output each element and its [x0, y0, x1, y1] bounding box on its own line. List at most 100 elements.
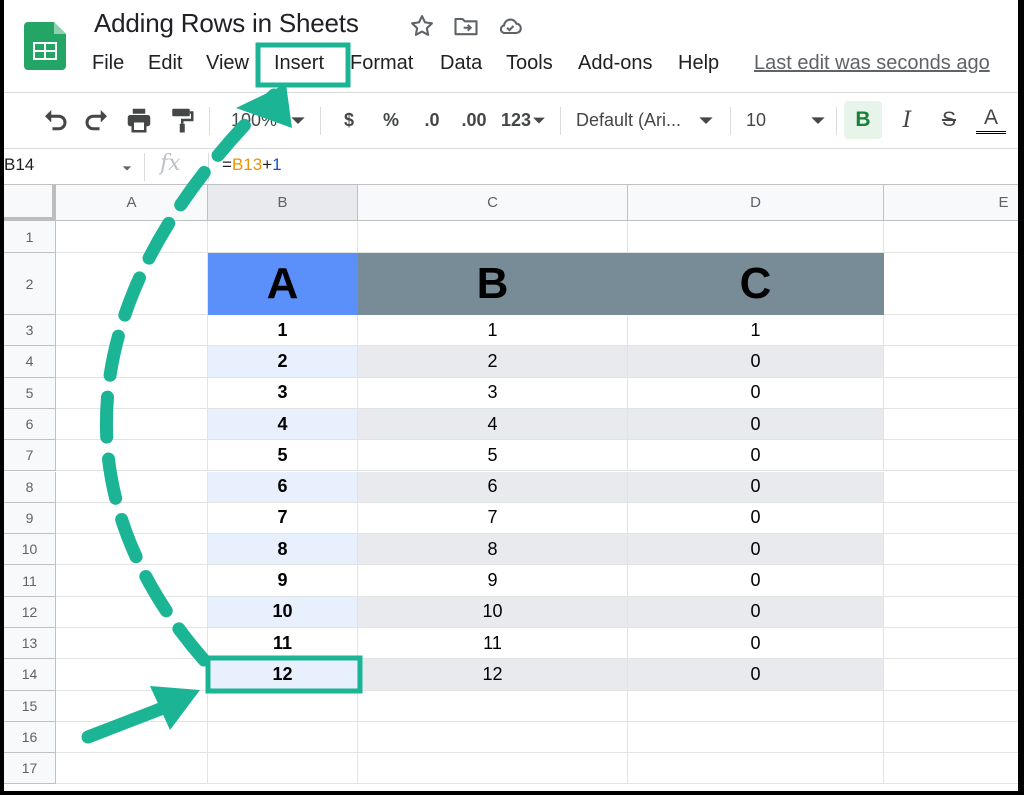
cell-d16[interactable] — [628, 721, 884, 754]
cell-c4[interactable]: 2 — [358, 346, 628, 378]
menu-tools[interactable]: Tools — [506, 52, 553, 75]
cell-c2[interactable]: B — [358, 253, 628, 315]
cell-e15[interactable] — [884, 691, 1018, 722]
cell-d1[interactable] — [628, 221, 884, 253]
chevron-down-icon[interactable] — [122, 163, 132, 173]
cell-e3[interactable] — [884, 315, 1018, 347]
cell-d9[interactable]: 0 — [628, 502, 884, 535]
cell-e13[interactable] — [884, 628, 1018, 660]
row-header-15[interactable]: 15 — [4, 690, 56, 722]
font-size-select[interactable]: 10 — [746, 105, 776, 135]
cell-a15[interactable] — [56, 690, 208, 722]
row-header-2[interactable]: 2 — [4, 253, 56, 315]
menu-data[interactable]: Data — [440, 52, 482, 75]
cell-e5[interactable] — [884, 378, 1018, 409]
move-to-folder-icon[interactable] — [452, 12, 480, 40]
cell-c17[interactable] — [358, 753, 628, 785]
row-header-14[interactable]: 14 — [4, 659, 56, 691]
cell-d3[interactable]: 1 — [628, 315, 884, 347]
cell-c10[interactable]: 8 — [358, 534, 628, 566]
name-box[interactable]: B14 — [4, 155, 34, 175]
row-header-16[interactable]: 16 — [4, 721, 56, 754]
cell-d4[interactable]: 0 — [628, 346, 884, 378]
column-header-c[interactable]: C — [358, 185, 628, 221]
cell-a5[interactable] — [56, 377, 208, 409]
cell-b11[interactable]: 9 — [208, 565, 358, 597]
cell-d7[interactable]: 0 — [628, 440, 884, 472]
cell-b13[interactable]: 11 — [208, 628, 358, 660]
cell-d8[interactable]: 0 — [628, 471, 884, 503]
cell-e8[interactable] — [884, 472, 1018, 503]
cell-a7[interactable] — [56, 440, 208, 472]
cell-d10[interactable]: 0 — [628, 534, 884, 566]
cell-b16[interactable] — [208, 721, 358, 754]
cell-c1[interactable] — [358, 221, 628, 253]
row-header-10[interactable]: 10 — [4, 534, 56, 566]
menu-insert[interactable]: Insert — [274, 52, 324, 75]
chevron-down-icon[interactable] — [698, 105, 714, 135]
italic-button[interactable]: I — [892, 105, 922, 135]
cell-d17[interactable] — [628, 753, 884, 785]
cell-c11[interactable]: 9 — [358, 565, 628, 597]
cell-e14[interactable] — [884, 659, 1018, 691]
cell-e4[interactable] — [884, 346, 1018, 378]
bold-button[interactable]: B — [844, 101, 882, 139]
menu-help[interactable]: Help — [678, 52, 719, 75]
cell-a6[interactable] — [56, 408, 208, 441]
cell-d12[interactable]: 0 — [628, 596, 884, 628]
column-header-b[interactable]: B — [208, 185, 358, 221]
cell-a12[interactable] — [56, 596, 208, 628]
row-header-12[interactable]: 12 — [4, 596, 56, 628]
decrease-decimal-button[interactable]: .0 — [414, 105, 450, 135]
text-color-button[interactable]: A — [976, 105, 1006, 134]
cell-a9[interactable] — [56, 502, 208, 535]
undo-icon[interactable] — [40, 105, 70, 135]
column-header-d[interactable]: D — [628, 185, 884, 221]
star-icon[interactable] — [408, 12, 436, 40]
cell-e12[interactable] — [884, 597, 1018, 628]
cell-e11[interactable] — [884, 565, 1018, 597]
cell-d14[interactable]: 0 — [628, 659, 884, 691]
select-all-corner[interactable] — [4, 185, 56, 221]
cell-c16[interactable] — [358, 721, 628, 754]
font-family-select[interactable]: Default (Ari... — [576, 105, 696, 135]
row-header-3[interactable]: 3 — [4, 315, 56, 347]
cell-c5[interactable]: 3 — [358, 377, 628, 409]
cell-b5[interactable]: 3 — [208, 377, 358, 409]
cell-b9[interactable]: 7 — [208, 502, 358, 535]
cell-c9[interactable]: 7 — [358, 502, 628, 535]
cell-b6[interactable]: 4 — [208, 408, 358, 441]
cell-d2[interactable]: C — [628, 253, 884, 315]
chevron-down-icon[interactable] — [810, 105, 826, 135]
cloud-saved-icon[interactable] — [496, 12, 524, 40]
cell-b14[interactable]: 12 — [208, 659, 358, 691]
formula-input[interactable]: =B13+1 — [222, 155, 282, 175]
paint-format-icon[interactable] — [166, 105, 196, 135]
cell-d13[interactable]: 0 — [628, 628, 884, 660]
cell-b4[interactable]: 2 — [208, 346, 358, 378]
menu-file[interactable]: File — [92, 52, 124, 75]
chevron-down-icon[interactable] — [290, 105, 306, 135]
cell-c3[interactable]: 1 — [358, 315, 628, 347]
cell-c6[interactable]: 4 — [358, 408, 628, 441]
cell-b7[interactable]: 5 — [208, 440, 358, 472]
menu-edit[interactable]: Edit — [148, 52, 182, 75]
cell-a11[interactable] — [56, 565, 208, 597]
cell-b3[interactable]: 1 — [208, 315, 358, 347]
cell-e9[interactable] — [884, 503, 1018, 535]
menu-format[interactable]: Format — [350, 52, 413, 75]
column-header-a[interactable]: A — [56, 185, 208, 221]
cell-b10[interactable]: 8 — [208, 534, 358, 566]
cell-c7[interactable]: 5 — [358, 440, 628, 472]
cell-b1[interactable] — [208, 221, 358, 253]
cell-a3[interactable] — [56, 315, 208, 347]
row-header-17[interactable]: 17 — [4, 753, 56, 785]
cell-e17[interactable] — [884, 753, 1018, 785]
percent-button[interactable]: % — [376, 105, 406, 135]
cell-a17[interactable] — [56, 753, 208, 785]
cell-d11[interactable]: 0 — [628, 565, 884, 597]
cell-b2[interactable]: A — [208, 253, 358, 315]
cell-c13[interactable]: 11 — [358, 628, 628, 660]
cell-c15[interactable] — [358, 690, 628, 722]
cell-d5[interactable]: 0 — [628, 377, 884, 409]
